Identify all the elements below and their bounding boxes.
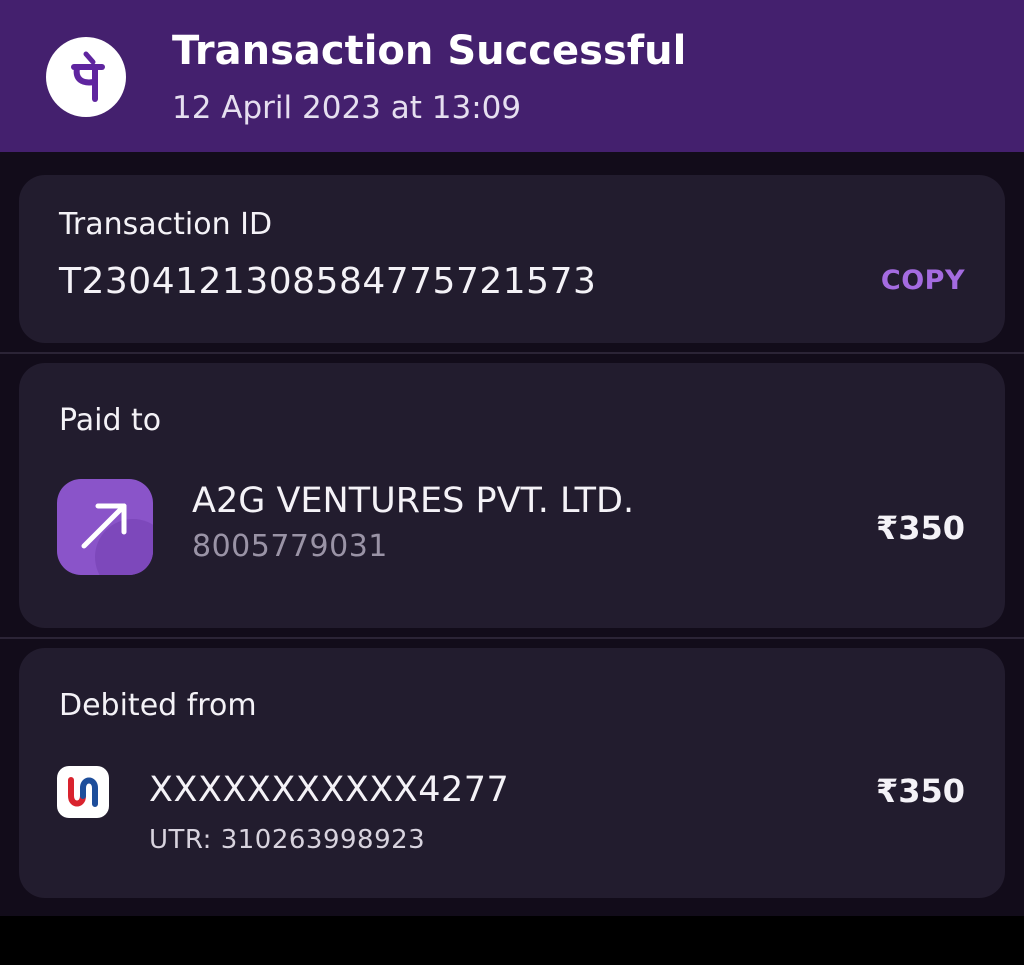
debited-amount: ₹350: [875, 772, 965, 810]
arrow-up-right-icon: [57, 479, 153, 575]
paid-amount: ₹350: [875, 509, 965, 547]
debited-from-label: Debited from: [59, 688, 257, 723]
content-area: Transaction ID T2304121308584775721573 C…: [0, 152, 1024, 916]
transaction-date: 12 April 2023 at 13:09: [172, 90, 522, 126]
utr-number: UTR: 310263998923: [149, 825, 426, 855]
transaction-details-screen: Transaction Successful 12 April 2023 at …: [0, 0, 1024, 965]
account-number: XXXXXXXXXXX4277: [149, 770, 510, 810]
phonepe-logo-icon: [46, 37, 126, 117]
transaction-id-value: T2304121308584775721573: [59, 261, 597, 302]
divider: [0, 637, 1024, 639]
debited-from-card: Debited from XXXXXXXXXXX4277 UTR: 310263…: [19, 648, 1005, 898]
paid-to-card: Paid to A2G VENTURES PVT. LTD. 800577903…: [19, 363, 1005, 628]
union-bank-logo-icon: [57, 766, 109, 818]
paid-to-label: Paid to: [59, 403, 162, 438]
copy-button[interactable]: COPY: [881, 265, 965, 296]
transaction-id-card: Transaction ID T2304121308584775721573 C…: [19, 175, 1005, 343]
payee-name: A2G VENTURES PVT. LTD.: [192, 481, 635, 521]
transaction-id-label: Transaction ID: [59, 207, 273, 242]
header: Transaction Successful 12 April 2023 at …: [0, 0, 1024, 152]
page-title: Transaction Successful: [172, 28, 687, 74]
divider: [0, 352, 1024, 354]
payee-phone: 8005779031: [192, 529, 388, 564]
